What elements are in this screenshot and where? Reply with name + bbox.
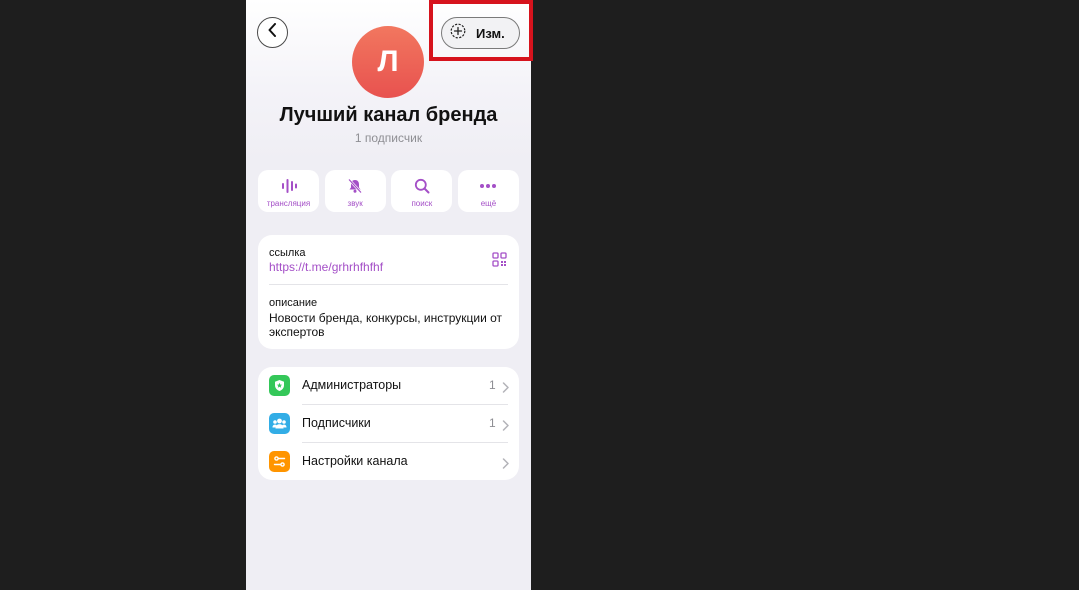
channel-link[interactable]: https://t.me/grhrhfhfhf xyxy=(269,260,383,274)
qr-code-icon[interactable] xyxy=(492,252,507,272)
menu-item-administrators[interactable]: Администраторы 1 xyxy=(258,367,519,404)
menu-item-label: Настройки канала xyxy=(302,454,408,468)
broadcast-label: трансляция xyxy=(266,199,311,208)
subscribers-icon xyxy=(269,413,290,434)
search-button[interactable]: поиск xyxy=(391,170,453,212)
menu-item-channel-settings[interactable]: Настройки канала xyxy=(258,443,519,480)
chevron-right-icon xyxy=(502,418,509,436)
sound-button[interactable]: звук xyxy=(324,170,386,212)
channel-description: Новости бренда, конкурсы, инструкции от … xyxy=(269,311,503,339)
channel-info-screen: Изм. Л Лучший канал бренда 1 подписчик т… xyxy=(246,0,531,590)
avatar-letter: Л xyxy=(377,45,399,78)
admin-shield-icon xyxy=(269,375,290,396)
more-label: ещё xyxy=(480,199,497,208)
channel-avatar[interactable]: Л xyxy=(352,26,424,98)
menu-item-subscribers[interactable]: Подписчики 1 xyxy=(258,405,519,442)
back-button[interactable] xyxy=(257,17,288,48)
channel-title: Лучший канал бренда xyxy=(279,104,498,126)
menu-item-count: 1 xyxy=(489,378,496,392)
channel-menu-card: Администраторы 1 Подписчики 1 Настройки … xyxy=(258,367,519,480)
channel-settings-icon xyxy=(269,451,290,472)
more-icon xyxy=(479,177,497,195)
bell-muted-icon xyxy=(347,177,363,195)
menu-item-count: 1 xyxy=(489,416,496,430)
chevron-right-icon xyxy=(502,456,509,474)
menu-item-label: Администраторы xyxy=(302,378,402,392)
chevron-right-icon xyxy=(502,380,509,398)
link-caption: ссылка xyxy=(269,247,306,259)
sound-label: звук xyxy=(347,199,363,208)
search-icon xyxy=(414,177,430,195)
broadcast-button[interactable]: трансляция xyxy=(258,170,319,212)
menu-item-label: Подписчики xyxy=(302,416,371,430)
more-button[interactable]: ещё xyxy=(457,170,519,212)
broadcast-icon xyxy=(280,177,298,195)
chevron-left-icon xyxy=(267,23,279,42)
action-bar: трансляция звук поиск ещё xyxy=(258,170,519,212)
screen: Изм. Л Лучший канал бренда 1 подписчик т… xyxy=(0,0,1079,590)
description-caption: описание xyxy=(269,297,318,309)
channel-info-card: ссылка https://t.me/grhrhfhfhf описание … xyxy=(258,235,519,349)
info-divider xyxy=(269,284,508,285)
search-label: поиск xyxy=(411,199,433,208)
subscriber-count: 1 подписчик xyxy=(354,131,423,145)
highlight-frame xyxy=(429,0,533,61)
